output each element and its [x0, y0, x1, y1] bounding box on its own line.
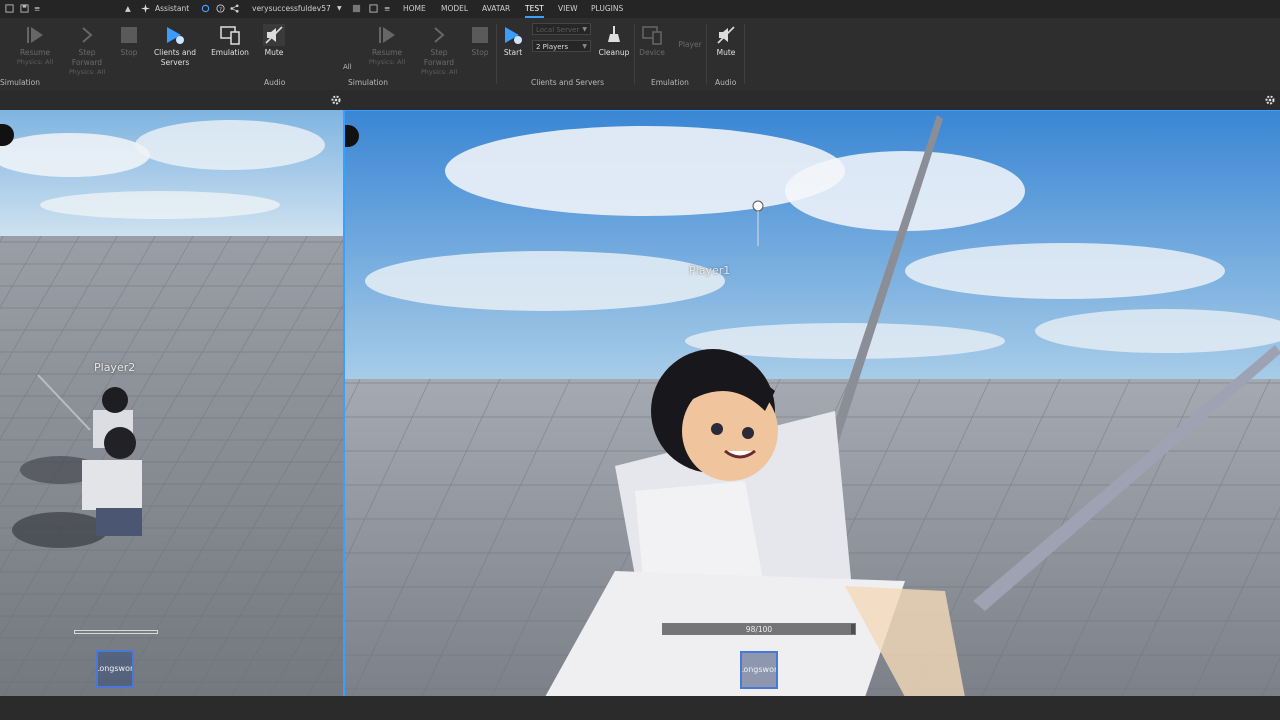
group-simulation-label-2: Simulation	[348, 78, 388, 87]
tab-test[interactable]: TEST	[525, 0, 544, 18]
step-forward-button-2[interactable]: Step Forward Physics: All	[416, 18, 462, 76]
ribbon-toolbar: Resume Physics: All Step Forward Physics…	[0, 18, 1280, 91]
share-icon[interactable]	[230, 4, 239, 13]
collapse-ribbon-icon[interactable]: ▲	[125, 0, 131, 18]
stop-square-icon[interactable]	[352, 4, 361, 13]
resume-icon	[27, 27, 43, 43]
step-forward-label: Step Forward	[71, 48, 103, 67]
clients-label-1: Clients and	[153, 48, 197, 57]
stop-icon	[121, 27, 137, 43]
group-audio-label-2: Audio	[715, 78, 737, 87]
mute-label: Mute	[264, 48, 284, 57]
svg-text:?: ?	[219, 7, 222, 13]
ribbon-divider	[744, 24, 745, 84]
group-emulation-label: Emulation	[651, 78, 689, 87]
step-forward-icon	[82, 27, 93, 43]
mute-speaker-icon	[263, 24, 285, 46]
tab-view[interactable]: VIEW	[558, 0, 578, 18]
hotbar-slot-1[interactable]: Longsword	[96, 650, 134, 688]
help-icon[interactable]: ?	[216, 4, 225, 13]
server-select[interactable]: Local Server ▼	[532, 23, 591, 35]
server-select-value: Local Server	[536, 26, 580, 34]
save-icon[interactable]	[20, 4, 29, 13]
resume-icon	[379, 27, 395, 43]
file-name[interactable]: verysuccessfuldev57	[252, 0, 331, 18]
clients-servers-play-icon	[167, 27, 184, 44]
quick-access-chevron-icon[interactable]: ≡	[34, 0, 40, 18]
ribbon-divider	[496, 24, 497, 84]
stop-icon	[472, 27, 488, 43]
player1-nametag: Player1	[689, 264, 731, 277]
hotbar-item-label: Longsword	[740, 665, 778, 674]
resume-button[interactable]: Resume Physics: All	[12, 18, 58, 76]
status-bar	[0, 696, 1280, 720]
clients-label-2: Servers	[160, 58, 190, 67]
emulation-device-icon	[220, 26, 240, 45]
resume-button-2[interactable]: Resume Physics: All	[364, 18, 410, 76]
ribbon-divider	[634, 24, 635, 84]
window-icon-2[interactable]	[369, 4, 378, 13]
mute-button-2[interactable]: Mute	[703, 18, 749, 76]
step-physics-label-2: Physics: All	[420, 68, 458, 76]
clients-and-servers-button[interactable]: Clients and Servers	[151, 18, 199, 76]
mute-label-2: Mute	[716, 48, 736, 57]
resume-label: Resume	[19, 48, 51, 57]
stop-button[interactable]: Stop	[106, 18, 152, 76]
assistant-sparkle-icon	[141, 4, 150, 13]
hotbar-slot-1[interactable]: Longsword	[740, 651, 778, 689]
group-clients-servers-label: Clients and Servers	[531, 78, 605, 87]
viewport-header-strip	[0, 90, 1280, 110]
health-bar	[74, 630, 158, 634]
server-select-chevron-icon: ▼	[582, 26, 587, 33]
ribbon-divider	[706, 24, 707, 84]
mute-button[interactable]: Mute	[251, 18, 297, 76]
game-scene-right	[345, 111, 1280, 697]
quick-access-chevron-icon-2[interactable]: ≡	[384, 0, 390, 18]
step-forward-icon	[434, 27, 445, 43]
emulation-label: Emulation	[211, 48, 249, 57]
player2-nametag: Player2	[94, 361, 136, 374]
window-icon[interactable]	[5, 4, 14, 13]
cleanup-broom-icon	[608, 26, 620, 42]
health-bar: 98/100	[662, 623, 856, 635]
tab-avatar[interactable]: AVATAR	[482, 0, 510, 18]
resume-physics-label-2: Physics: All	[368, 58, 406, 66]
assistant-button[interactable]: Assistant	[155, 0, 189, 18]
step-forward-label-2: Step Forward	[423, 48, 455, 67]
emulation-button[interactable]: Emulation	[207, 18, 253, 76]
title-menu-bar: ≡ ▲ Assistant ? verysuccessfuldev57 ▼ ≡ …	[0, 0, 1280, 18]
resume-label-2: Resume	[371, 48, 403, 57]
file-chevron-down-icon[interactable]: ▼	[337, 0, 342, 18]
sync-icon[interactable]	[201, 4, 210, 13]
group-simulation-label: Simulation	[0, 78, 40, 87]
viewport-player2[interactable]: Player2 Longsword	[0, 110, 345, 696]
viewport-player1[interactable]: Player1 98/100 Longsword	[345, 110, 1280, 697]
all-fragment-label: All	[343, 63, 352, 71]
step-physics-label: Physics: All	[68, 68, 106, 76]
stop-label: Stop	[120, 48, 138, 57]
health-text: 98/100	[745, 625, 773, 634]
game-scene-left	[0, 110, 343, 696]
players-select-chevron-icon: ▼	[582, 43, 587, 50]
players-select[interactable]: 2 Players ▼	[532, 40, 591, 52]
hotbar-item-label: Longsword	[96, 664, 134, 673]
gear-icon[interactable]	[330, 94, 342, 106]
step-forward-button[interactable]: Step Forward Physics: All	[64, 18, 110, 76]
device-icon	[642, 26, 662, 45]
players-select-value: 2 Players	[536, 43, 569, 51]
group-audio-label: Audio	[264, 78, 286, 87]
start-play-icon	[505, 27, 522, 44]
resume-physics-label: Physics: All	[16, 58, 54, 66]
tab-model[interactable]: MODEL	[441, 0, 468, 18]
tab-home[interactable]: HOME	[403, 0, 426, 18]
gear-icon[interactable]	[1264, 94, 1276, 106]
mute-speaker-icon	[717, 26, 735, 44]
tab-plugins[interactable]: PLUGINS	[591, 0, 623, 18]
